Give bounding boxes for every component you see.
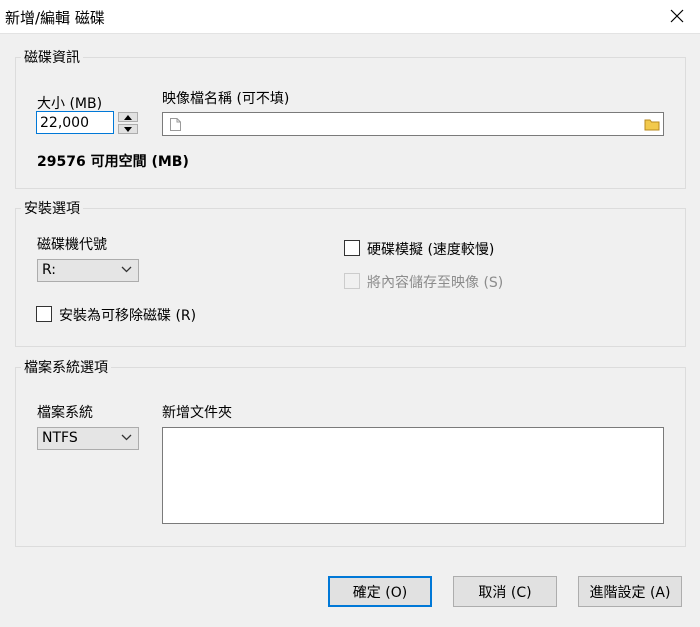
drive-letter-select[interactable]: R:: [37, 259, 139, 282]
hdd-emulation-checkbox[interactable]: [344, 240, 360, 256]
folder-icon: [644, 119, 660, 131]
fs-options-group-label: 檔案系統選項: [21, 357, 111, 377]
document-icon: [170, 118, 181, 131]
caret-down-icon: [124, 126, 132, 132]
save-to-image-label: 將內容儲存至映像 (S): [367, 275, 504, 291]
ok-button[interactable]: 確定 (O): [328, 576, 432, 607]
advanced-settings-button[interactable]: 進階設定 (A): [578, 576, 682, 607]
browse-folder-button[interactable]: [644, 117, 660, 131]
fs-value: NTFS: [42, 430, 78, 446]
disk-info-group-label: 磁碟資訊: [21, 47, 83, 67]
spin-down-button[interactable]: [118, 124, 138, 134]
chevron-down-icon: [121, 266, 132, 273]
drive-letter-value: R:: [42, 262, 57, 278]
fs-select[interactable]: NTFS: [37, 427, 139, 450]
new-folder-label: 新增文件夾: [162, 405, 232, 421]
image-file-input[interactable]: [162, 112, 664, 136]
spin-up-button[interactable]: [118, 112, 138, 122]
hdd-emulation-label: 硬碟模擬 (速度較慢): [367, 242, 495, 258]
install-options-group-label: 安裝選項: [21, 198, 83, 218]
removable-disk-checkbox[interactable]: [36, 306, 52, 322]
save-to-image-checkbox[interactable]: [344, 273, 360, 289]
free-space-text: 29576 可用空間 (MB): [37, 154, 189, 170]
removable-disk-label: 安裝為可移除磁碟 (R): [59, 308, 197, 324]
title-bar: 新增/編輯 磁碟: [0, 0, 700, 34]
new-folder-textarea[interactable]: [162, 427, 664, 524]
close-button[interactable]: [660, 2, 694, 30]
fs-label: 檔案系統: [37, 405, 93, 421]
caret-up-icon: [124, 114, 132, 120]
size-label: 大小 (MB): [37, 96, 103, 112]
image-file-label: 映像檔名稱 (可不填): [162, 91, 290, 107]
cancel-button[interactable]: 取消 (C): [453, 576, 557, 607]
close-icon: [670, 9, 684, 23]
drive-letter-label: 磁碟機代號: [37, 237, 107, 253]
dialog-title: 新增/編輯 磁碟: [5, 9, 105, 27]
size-spinner: [118, 112, 138, 134]
chevron-down-icon: [121, 434, 132, 441]
size-input[interactable]: [36, 111, 114, 134]
